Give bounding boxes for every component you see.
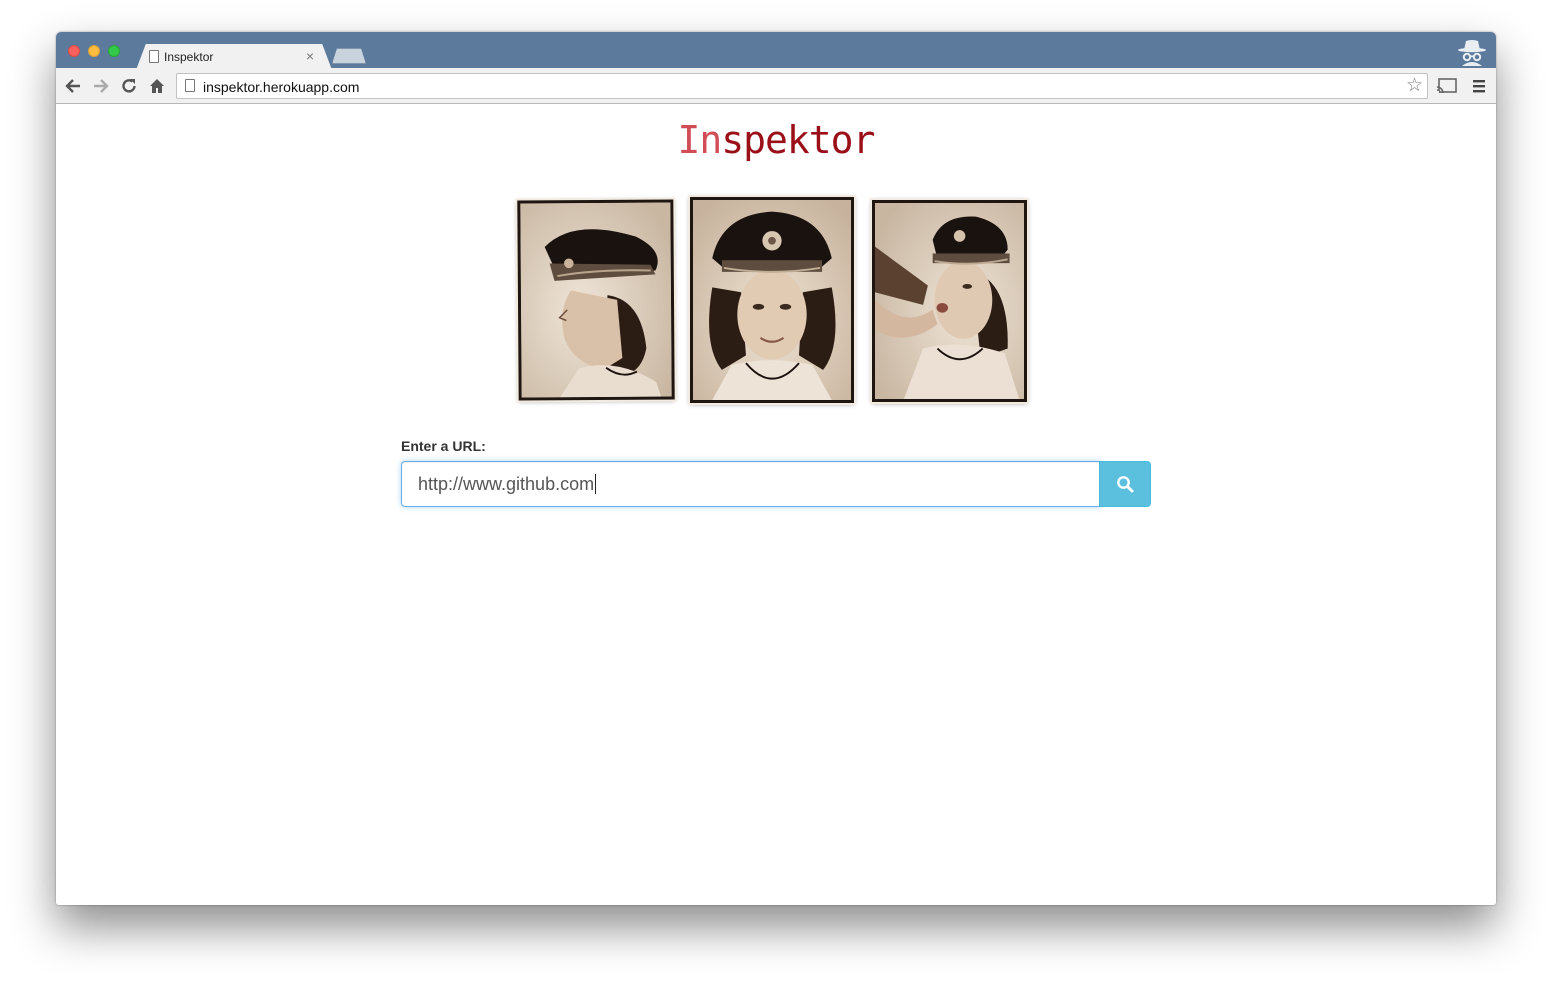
title-bar: Inspektor × xyxy=(56,32,1496,70)
back-button[interactable] xyxy=(62,75,84,97)
reload-button[interactable] xyxy=(118,75,140,97)
home-icon xyxy=(150,79,164,93)
window-close-button[interactable] xyxy=(68,45,80,57)
tab-title: Inspektor xyxy=(164,50,214,64)
page-content: Inspektor Enter a URL: http://www.github… xyxy=(56,104,1496,905)
brand-part-1: In xyxy=(677,118,723,162)
window-minimize-button[interactable] xyxy=(88,45,100,57)
address-url[interactable]: inspektor.herokuapp.com xyxy=(203,79,359,95)
browser-window: Inspektor × inspektor.herokuapp.com ☆ In… xyxy=(56,32,1496,905)
incognito-icon xyxy=(1458,40,1486,66)
photo-profile xyxy=(517,199,675,401)
photo-drinking xyxy=(872,200,1027,402)
search-icon xyxy=(1117,476,1134,493)
forward-arrow-icon xyxy=(94,79,109,93)
menu-icon[interactable] xyxy=(1472,78,1486,94)
page-icon xyxy=(149,50,159,63)
page-icon xyxy=(185,79,195,92)
url-input[interactable] xyxy=(401,461,1101,507)
search-button[interactable] xyxy=(1099,461,1151,507)
brand-part-2: spektor xyxy=(721,118,875,162)
home-button[interactable] xyxy=(146,75,168,97)
tab-close-icon[interactable]: × xyxy=(306,48,314,64)
browser-toolbar: inspektor.herokuapp.com ☆ xyxy=(56,68,1496,104)
forward-button[interactable] xyxy=(90,75,112,97)
star-icon[interactable]: ☆ xyxy=(1406,76,1423,96)
window-maximize-button[interactable] xyxy=(108,45,120,57)
address-bar[interactable]: inspektor.herokuapp.com ☆ xyxy=(176,73,1428,99)
cast-icon[interactable] xyxy=(1436,77,1458,95)
photo-front xyxy=(690,197,854,403)
text-caret xyxy=(595,474,596,494)
reload-icon xyxy=(122,79,136,93)
browser-tab[interactable]: Inspektor × xyxy=(136,44,332,70)
brand-logo: Inspektor xyxy=(56,118,1496,162)
new-tab-button[interactable] xyxy=(332,48,366,64)
back-arrow-icon xyxy=(65,79,80,93)
url-label: Enter a URL: xyxy=(401,438,486,454)
